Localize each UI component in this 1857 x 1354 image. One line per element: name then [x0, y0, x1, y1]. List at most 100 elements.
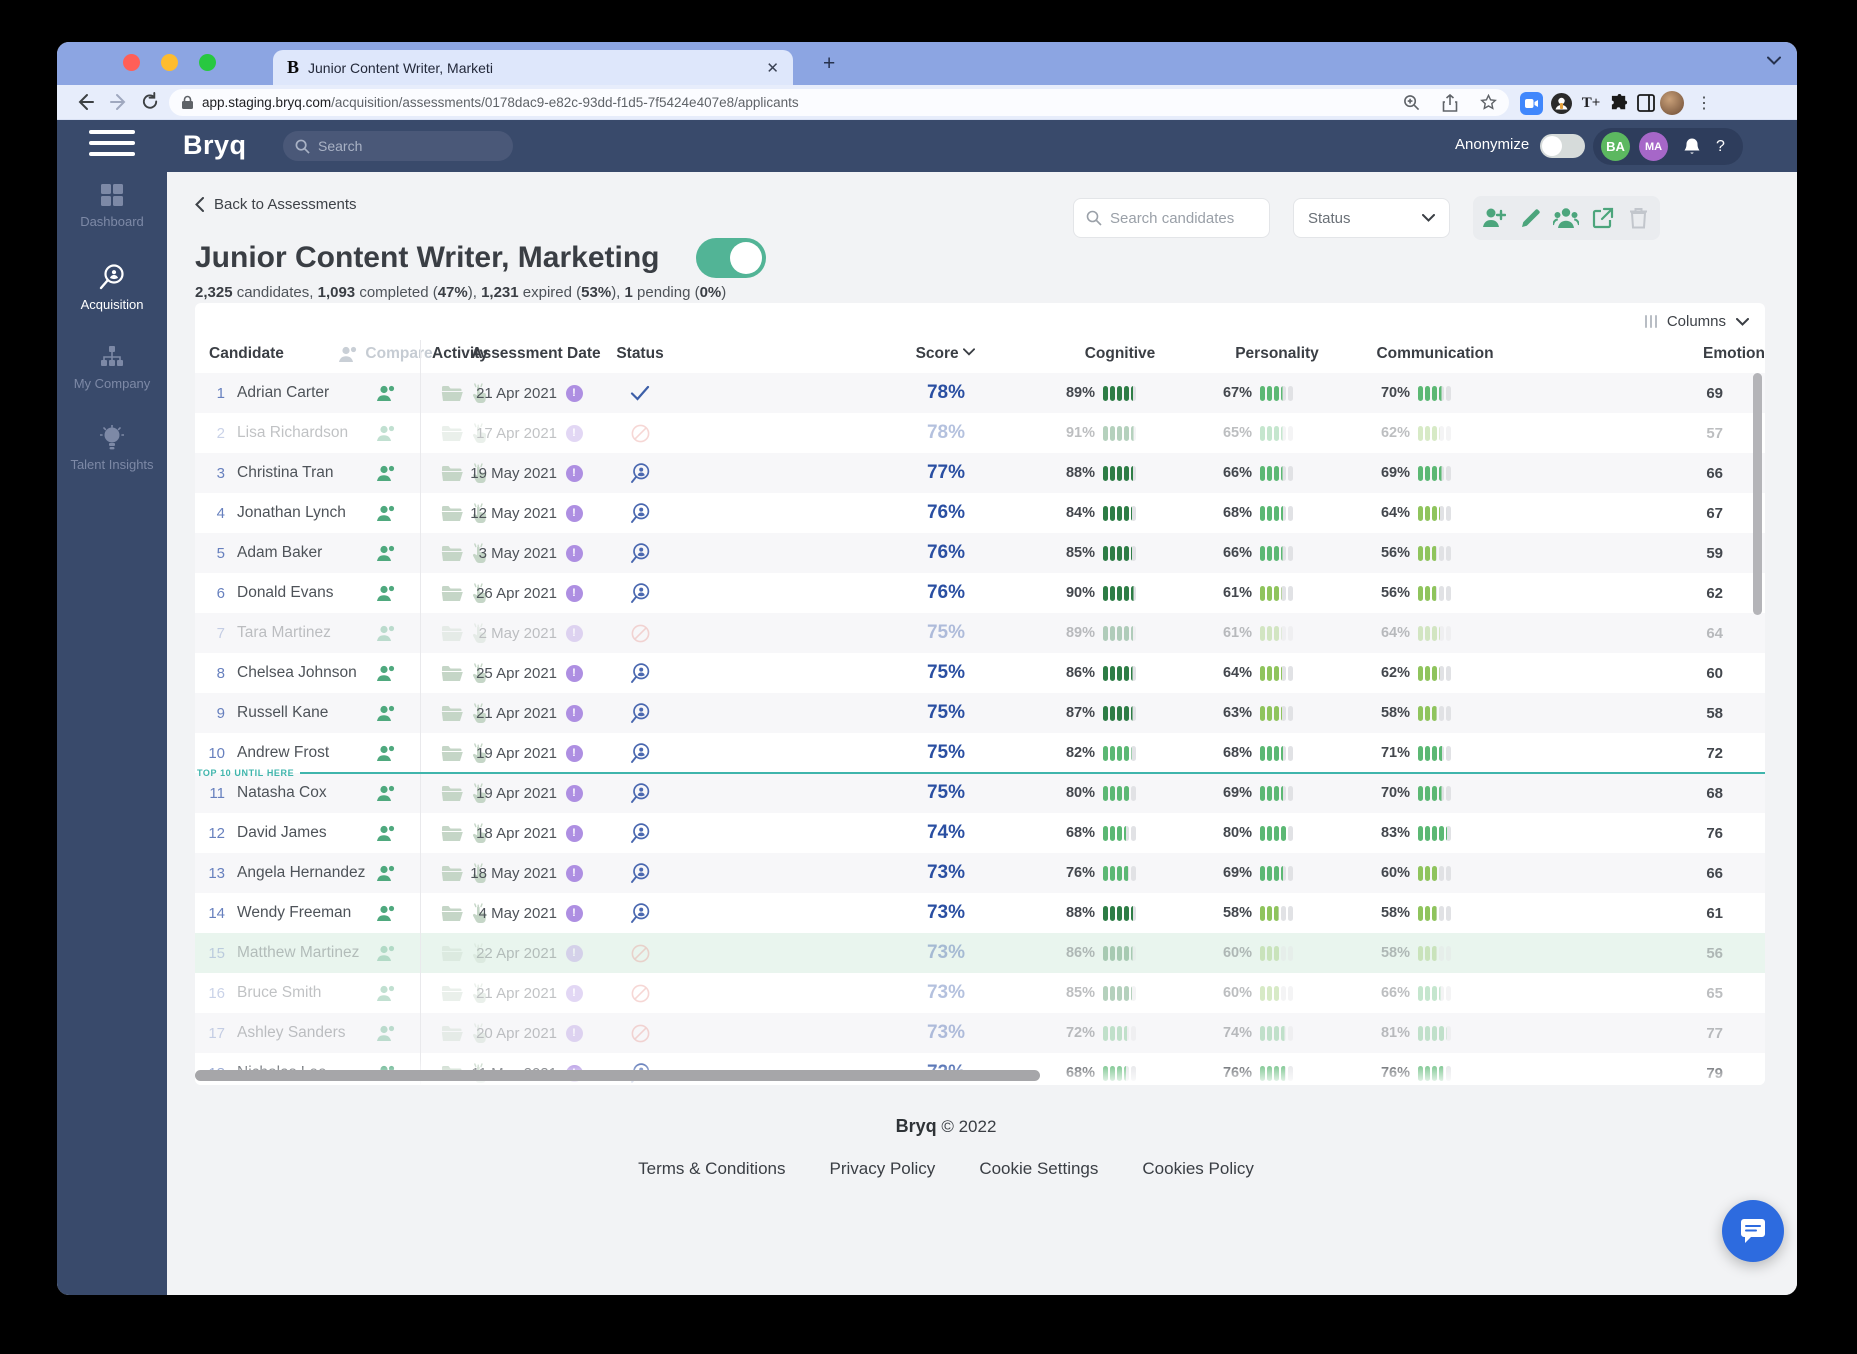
- candidate-row[interactable]: 8Chelsea Johnson25 Apr 2021!75%86%64%62%…: [195, 653, 1765, 693]
- export-button[interactable]: [1588, 203, 1618, 233]
- compare-button[interactable]: [367, 373, 403, 413]
- date-info-badge[interactable]: !: [565, 933, 583, 973]
- add-candidate-button[interactable]: [1479, 203, 1509, 233]
- zoom-app-extension-icon[interactable]: [1518, 90, 1544, 116]
- sidebar-item-my-company[interactable]: My Company: [57, 344, 167, 425]
- profile-avatar[interactable]: [1659, 90, 1685, 116]
- compare-button[interactable]: [367, 533, 403, 573]
- forward-icon[interactable]: [109, 92, 129, 112]
- new-tab-button[interactable]: +: [823, 52, 835, 76]
- bookmark-star-icon[interactable]: [1480, 94, 1497, 111]
- avatar[interactable]: MA: [1639, 132, 1668, 161]
- tab-close-icon[interactable]: ✕: [766, 59, 779, 77]
- avatar[interactable]: BA: [1601, 132, 1630, 161]
- assessment-active-toggle[interactable]: [696, 238, 766, 278]
- zoom-page-icon[interactable]: [1403, 94, 1420, 111]
- compare-button[interactable]: [367, 973, 403, 1013]
- minimize-window-button[interactable]: [161, 54, 178, 71]
- zoom-window-button[interactable]: [199, 54, 216, 71]
- candidate-row[interactable]: 14Wendy Freeman4 May 2021!73%88%58%58%61: [195, 893, 1765, 933]
- compare-button[interactable]: [367, 693, 403, 733]
- compare-button[interactable]: [367, 813, 403, 853]
- date-info-badge[interactable]: !: [565, 453, 583, 493]
- footer-link-cookies-policy[interactable]: Cookies Policy: [1142, 1159, 1254, 1179]
- candidate-row[interactable]: 9Russell Kane21 Apr 2021!75%87%63%58%58: [195, 693, 1765, 733]
- candidate-row[interactable]: 7Tara Martinez2 May 2021!75%89%61%64%64: [195, 613, 1765, 653]
- anonymize-toggle[interactable]: [1540, 134, 1585, 158]
- back-icon[interactable]: [75, 92, 95, 112]
- date-info-badge[interactable]: !: [565, 973, 583, 1013]
- team-button[interactable]: [1551, 203, 1581, 233]
- compare-button[interactable]: [367, 893, 403, 933]
- date-info-badge[interactable]: !: [565, 613, 583, 653]
- date-info-badge[interactable]: !: [565, 373, 583, 413]
- compare-button[interactable]: [367, 453, 403, 493]
- status-review-icon[interactable]: [627, 853, 653, 893]
- sidebar-item-acquisition[interactable]: Acquisition: [57, 263, 167, 344]
- extensions-puzzle-icon[interactable]: [1606, 90, 1632, 116]
- compare-button[interactable]: [367, 1013, 403, 1053]
- column-header-communication[interactable]: Communication: [1360, 345, 1510, 363]
- columns-control[interactable]: Columns: [195, 303, 1765, 340]
- status-review-icon[interactable]: [627, 493, 653, 533]
- date-info-badge[interactable]: !: [565, 493, 583, 533]
- footer-link-privacy-policy[interactable]: Privacy Policy: [830, 1159, 936, 1179]
- column-header-cognitive[interactable]: Cognitive: [1045, 345, 1195, 363]
- reload-icon[interactable]: [141, 92, 160, 111]
- candidate-row[interactable]: 12David James18 Apr 2021!74%68%80%83%76: [195, 813, 1765, 853]
- column-header-status[interactable]: Status: [565, 345, 715, 363]
- compare-button[interactable]: [367, 933, 403, 973]
- status-review-icon[interactable]: [627, 653, 653, 693]
- candidate-row[interactable]: 2Lisa Richardson17 Apr 2021!78%91%65%62%…: [195, 413, 1765, 453]
- candidate-search-input[interactable]: Search candidates: [1073, 198, 1270, 238]
- footer-link-terms-conditions[interactable]: Terms & Conditions: [638, 1159, 785, 1179]
- date-info-badge[interactable]: !: [565, 533, 583, 573]
- browser-menu-icon[interactable]: ⋮: [1691, 90, 1717, 116]
- candidate-row[interactable]: 1Adrian Carter21 Apr 2021!78%89%67%70%69: [195, 373, 1765, 413]
- browser-tab[interactable]: B Junior Content Writer, Marketi ✕: [273, 50, 793, 85]
- edit-button[interactable]: [1515, 203, 1545, 233]
- compare-button[interactable]: [367, 653, 403, 693]
- column-header-personality[interactable]: Personality: [1202, 345, 1352, 363]
- status-filter-dropdown[interactable]: Status: [1293, 198, 1450, 238]
- status-expired-icon[interactable]: [627, 413, 653, 453]
- date-info-badge[interactable]: !: [565, 653, 583, 693]
- hamburger-menu-icon[interactable]: [89, 130, 135, 156]
- status-done-icon[interactable]: [627, 373, 653, 413]
- candidate-row[interactable]: 13Angela Hernandez18 May 2021!73%76%69%6…: [195, 853, 1765, 893]
- column-header-candidate[interactable]: Candidate: [209, 345, 284, 363]
- status-expired-icon[interactable]: [627, 1013, 653, 1053]
- status-expired-icon[interactable]: [627, 933, 653, 973]
- tab-search-chevron-icon[interactable]: [1767, 56, 1781, 65]
- delete-button[interactable]: [1624, 203, 1654, 233]
- sidebar-panel-icon[interactable]: [1633, 90, 1659, 116]
- global-search-input[interactable]: Search: [283, 131, 513, 161]
- sidebar-item-dashboard[interactable]: Dashboard: [57, 182, 167, 263]
- candidate-row[interactable]: 5Adam Baker3 May 2021!76%85%66%56%59: [195, 533, 1765, 573]
- share-icon[interactable]: [1442, 94, 1458, 112]
- candidate-row[interactable]: 6Donald Evans26 Apr 2021!76%90%61%56%62: [195, 573, 1765, 613]
- compare-button[interactable]: [367, 493, 403, 533]
- status-expired-icon[interactable]: [627, 613, 653, 653]
- status-expired-icon[interactable]: [627, 973, 653, 1013]
- candidate-row[interactable]: 16Bruce Smith21 Apr 2021!73%85%60%66%65: [195, 973, 1765, 1013]
- chat-widget-button[interactable]: [1722, 1200, 1784, 1262]
- status-review-icon[interactable]: [627, 453, 653, 493]
- close-window-button[interactable]: [123, 54, 140, 71]
- date-info-badge[interactable]: !: [565, 893, 583, 933]
- back-to-assessments-link[interactable]: Back to Assessments: [195, 196, 357, 213]
- status-review-icon[interactable]: [627, 893, 653, 933]
- compare-button[interactable]: [367, 413, 403, 453]
- candidate-row[interactable]: 15Matthew Martinez22 Apr 2021!73%86%60%5…: [195, 933, 1765, 973]
- notifications-bell-icon[interactable]: [1683, 137, 1701, 156]
- status-review-icon[interactable]: [627, 813, 653, 853]
- date-info-badge[interactable]: !: [565, 853, 583, 893]
- status-review-icon[interactable]: [627, 533, 653, 573]
- candidate-row[interactable]: 17Ashley Sanders20 Apr 2021!73%72%74%81%…: [195, 1013, 1765, 1053]
- address-bar[interactable]: app.staging.bryq.com/acquisition/assessm…: [169, 89, 1509, 116]
- candidate-row[interactable]: 4Jonathan Lynch12 May 2021!76%84%68%64%6…: [195, 493, 1765, 533]
- date-info-badge[interactable]: !: [565, 413, 583, 453]
- footer-link-cookie-settings[interactable]: Cookie Settings: [979, 1159, 1098, 1179]
- candidate-row[interactable]: 3Christina Tran19 May 2021!77%88%66%69%6…: [195, 453, 1765, 493]
- compare-button[interactable]: [367, 613, 403, 653]
